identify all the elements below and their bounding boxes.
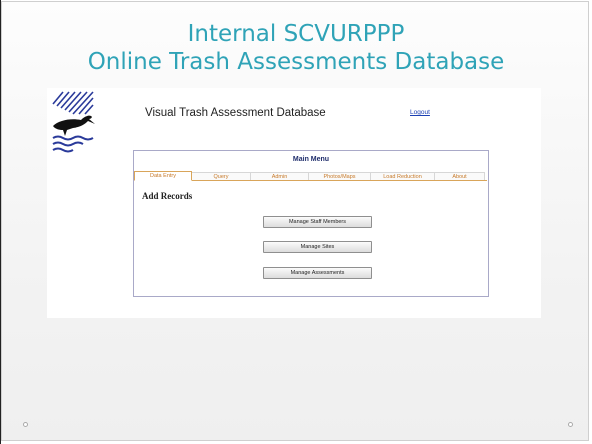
section-heading: Add Records [142, 191, 193, 201]
tab-photos-maps[interactable]: Photos/Maps [309, 172, 371, 180]
main-menu-panel: Main Menu Data Entry Query Admin Photos/… [133, 150, 489, 297]
app-title: Visual Trash Assessment Database [145, 107, 326, 119]
tab-data-entry[interactable]: Data Entry [134, 171, 192, 181]
manage-assessments-button[interactable]: Manage Assessments [263, 267, 372, 279]
tab-admin[interactable]: Admin [251, 172, 309, 180]
manage-staff-members-button[interactable]: Manage Staff Members [263, 216, 372, 228]
slide-bullet-left [23, 422, 28, 427]
slide-title-line-2: Online Trash Assessments Database [87, 49, 505, 75]
bird-on-water-logo-icon [52, 91, 95, 153]
manage-sites-button[interactable]: Manage Sites [263, 241, 372, 253]
tab-bar: Data Entry Query Admin Photos/Maps Load … [134, 170, 487, 181]
logout-link[interactable]: Logout [410, 109, 430, 116]
main-menu-title: Main Menu [292, 156, 330, 163]
app-screenshot: Visual Trash Assessment Database Logout … [47, 88, 541, 318]
tab-query[interactable]: Query [192, 172, 251, 180]
slide-title: Internal SCVURPPP Online Trash Assessmen… [0, 20, 592, 76]
slide-title-line-1: Internal SCVURPPP [187, 21, 405, 47]
tab-about[interactable]: About [435, 172, 485, 180]
tab-load-reduction[interactable]: Load Reduction [371, 172, 435, 180]
slide-bullet-right [568, 422, 573, 427]
